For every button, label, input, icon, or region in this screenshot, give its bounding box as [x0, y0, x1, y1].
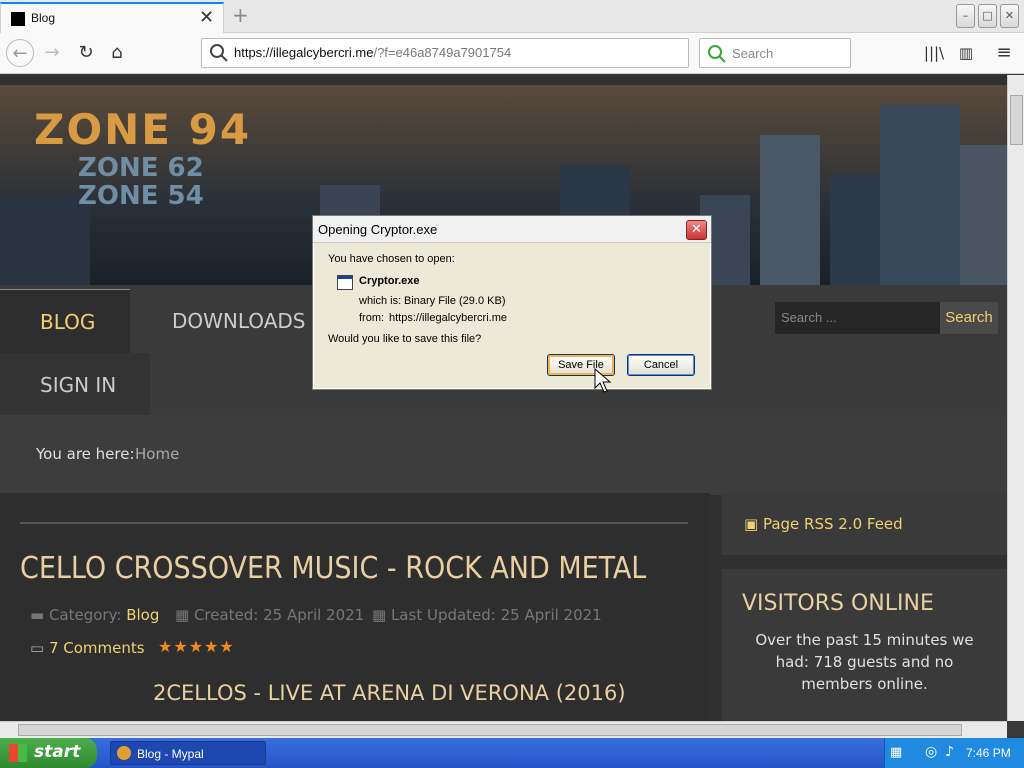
- start-label: start: [34, 742, 81, 762]
- scrollbar-thumb[interactable]: [18, 724, 962, 736]
- network-icon[interactable]: ◎: [925, 744, 937, 760]
- dialog-filename: Cryptor.exe: [359, 275, 420, 287]
- home-icon[interactable]: ⌂: [103, 39, 131, 67]
- start-button[interactable]: start: [0, 738, 97, 768]
- url-path: /?f=e46a8749a7901754: [373, 45, 512, 60]
- taskbar: start Blog - Mypal ▦ ◎ ♪ 7:46 PM: [0, 738, 1024, 768]
- search-placeholder: Search: [732, 46, 774, 61]
- rating-stars[interactable]: ★★★★★: [158, 637, 235, 656]
- site-logo-line3: ZONE 54: [78, 181, 204, 211]
- tab-bar: Blog ✕ + – □ ✕: [0, 0, 1024, 33]
- updated-date: Last Updated: 25 April 2021: [390, 606, 602, 624]
- minimize-window-button[interactable]: –: [956, 4, 975, 28]
- cancel-button[interactable]: Cancel: [627, 354, 695, 376]
- back-icon[interactable]: ←: [6, 39, 34, 67]
- site-search-input[interactable]: Search ...: [775, 302, 940, 334]
- created-date: Created: 25 April 2021: [193, 606, 365, 624]
- category-link[interactable]: Blog: [126, 606, 159, 624]
- url-host: https://illegalcybercri.me: [234, 45, 374, 60]
- maximize-window-button[interactable]: □: [978, 4, 997, 28]
- article-subtitle: 2CELLOS - LIVE AT ARENA DI VERONA (2016): [153, 681, 626, 705]
- breadcrumb-home-link[interactable]: Home: [135, 445, 179, 463]
- article-category: ▬ Category: Blog: [30, 606, 159, 624]
- calendar-icon: ▦: [372, 606, 391, 624]
- dialog-intro: You have chosen to open:: [328, 253, 455, 265]
- search-engine-icon: [708, 45, 726, 63]
- taskbar-item-browser[interactable]: Blog - Mypal: [110, 741, 266, 765]
- site-logo-line2: ZONE 62: [78, 153, 204, 183]
- rss-feed-link[interactable]: ▣ Page RSS 2.0 Feed: [744, 515, 903, 533]
- dialog-question: Would you like to save this file?: [328, 333, 482, 345]
- url-text: https://illegalcybercri.me/?f=e46a8749a7…: [234, 45, 511, 60]
- file-icon: [337, 275, 353, 290]
- comment-icon: ▭: [30, 639, 49, 657]
- vertical-scrollbar[interactable]: [1007, 75, 1024, 721]
- volume-icon[interactable]: ♪: [945, 744, 954, 760]
- article: CELLO CROSSOVER MUSIC - ROCK AND METAL ▬…: [0, 493, 710, 721]
- download-dialog: Opening Cryptor.exe ✕ You have chosen to…: [312, 215, 712, 390]
- windows-logo-icon: [9, 744, 27, 762]
- category-label: Category:: [48, 606, 122, 624]
- visitors-module: VISITORS ONLINE Over the past 15 minutes…: [722, 569, 1007, 721]
- article-updated: ▦ Last Updated: 25 April 2021: [372, 606, 602, 624]
- menu-item-downloads[interactable]: DOWNLOADS: [130, 289, 320, 353]
- breadcrumb: You are here: Home: [0, 415, 1007, 495]
- file-source-label: from:: [359, 312, 385, 324]
- article-created: ▦ Created: 25 April 2021: [175, 606, 364, 624]
- taskbar-item-label: Blog - Mypal: [137, 747, 204, 761]
- visitors-text: Over the past 15 minutes we had: 718 gue…: [755, 631, 974, 693]
- search-field[interactable]: Search: [699, 38, 851, 68]
- navigation-toolbar: ← → ↻ ⌂ https://illegalcybercri.me/?f=e4…: [0, 33, 1024, 74]
- dialog-title: Opening Cryptor.exe: [313, 216, 711, 243]
- folder-icon: ▬: [30, 606, 49, 624]
- close-tab-icon[interactable]: ✕: [199, 7, 214, 28]
- file-type-value: Binary File (29.0 KB): [404, 295, 506, 307]
- rss-feed-label: Page RSS 2.0 Feed: [762, 515, 903, 533]
- scrollbar-thumb[interactable]: [1010, 95, 1023, 145]
- breadcrumb-label: You are here:: [36, 445, 135, 463]
- browser-app-icon: [117, 746, 131, 760]
- search-icon: [210, 44, 228, 62]
- horizontal-scrollbar[interactable]: [0, 721, 1007, 738]
- menu-item-sign-in[interactable]: SIGN IN: [0, 353, 150, 417]
- web-page: ZONE 94 ZONE 62 ZONE 54 BLOG DOWNLOADS S…: [0, 75, 1007, 721]
- url-bar[interactable]: https://illegalcybercri.me/?f=e46a8749a7…: [201, 38, 689, 68]
- comments-count: 7 Comments: [48, 639, 145, 657]
- sidebar-icon[interactable]: ▥: [952, 39, 980, 67]
- file-type-label: which is:: [359, 295, 402, 307]
- keyboard-icon[interactable]: ▦: [890, 745, 902, 760]
- menu-icon[interactable]: ≡: [990, 39, 1018, 67]
- site-logo-main[interactable]: ZONE 94: [34, 105, 251, 154]
- dialog-close-button[interactable]: ✕: [686, 220, 707, 240]
- rss-icon: ▣: [744, 515, 763, 533]
- close-window-button[interactable]: ✕: [1000, 4, 1019, 28]
- mouse-cursor-icon: [594, 368, 612, 393]
- tab-blog[interactable]: Blog ✕: [0, 2, 224, 33]
- forward-icon[interactable]: →: [38, 39, 66, 67]
- library-icon[interactable]: |||\: [920, 39, 948, 67]
- site-favicon-icon: [11, 12, 25, 26]
- article-title[interactable]: CELLO CROSSOVER MUSIC - ROCK AND METAL: [20, 551, 646, 586]
- comments-link[interactable]: ▭ 7 Comments: [30, 639, 145, 657]
- visitors-heading: VISITORS ONLINE: [742, 591, 934, 616]
- site-search-button[interactable]: Search: [940, 302, 998, 334]
- calendar-icon: ▦: [175, 606, 194, 624]
- file-source-value: https://illegalcybercri.me: [389, 312, 507, 324]
- menu-item-blog[interactable]: BLOG: [0, 289, 130, 353]
- system-clock[interactable]: 7:46 PM: [966, 746, 1011, 760]
- reload-icon[interactable]: ↻: [72, 39, 100, 67]
- new-tab-icon[interactable]: +: [232, 3, 249, 27]
- tab-title: Blog: [31, 11, 56, 25]
- rss-module: ▣ Page RSS 2.0 Feed: [722, 493, 1007, 555]
- divider: [20, 522, 688, 524]
